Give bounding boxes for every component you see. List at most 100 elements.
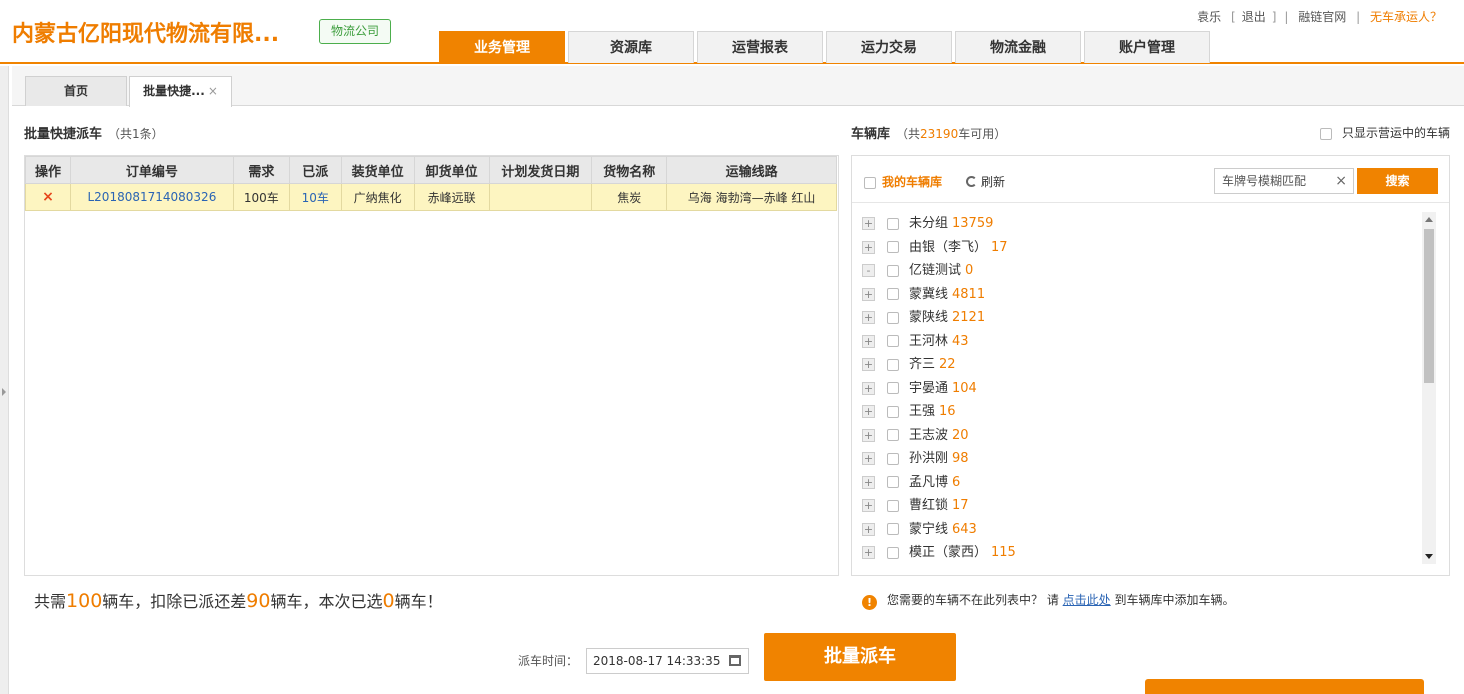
no-car-carrier-link[interactable]: 无车承运人？: [1370, 10, 1442, 24]
summary-text: 辆车！: [394, 592, 443, 611]
list-item[interactable]: + 王河林 43: [862, 330, 1422, 354]
dispatch-time-label: 派车时间：: [518, 654, 579, 668]
expand-icon[interactable]: +: [862, 475, 875, 489]
vertical-scrollbar[interactable]: [1422, 212, 1436, 564]
batch-dispatch-button[interactable]: 批量派车: [764, 633, 956, 681]
group-checkbox[interactable]: [887, 311, 899, 324]
expand-icon[interactable]: +: [862, 452, 875, 465]
calendar-icon[interactable]: [729, 655, 741, 666]
search-button[interactable]: 搜索: [1357, 168, 1438, 194]
scroll-down-icon[interactable]: [1425, 554, 1433, 559]
group-checkbox[interactable]: [887, 523, 899, 535]
scroll-up-icon[interactable]: [1425, 217, 1433, 222]
expand-icon[interactable]: +: [862, 217, 875, 230]
company-type-badge: 物流公司: [319, 19, 392, 44]
list-item[interactable]: + 宇晏通 104: [862, 377, 1422, 401]
nav-reports[interactable]: 运营报表: [697, 31, 823, 63]
tab-home[interactable]: 首页: [25, 76, 127, 106]
clear-icon[interactable]: ×: [1335, 169, 1347, 193]
group-checkbox[interactable]: [887, 241, 899, 253]
group-count: 17: [991, 239, 1008, 255]
logout-link[interactable]: 退出: [1242, 10, 1266, 24]
group-checkbox[interactable]: [887, 546, 899, 559]
list-item[interactable]: + 蒙宁线 643: [862, 518, 1422, 542]
expand-icon[interactable]: +: [862, 287, 875, 301]
expand-icon[interactable]: +: [862, 334, 875, 348]
sidebar-collapse-handle[interactable]: [0, 66, 9, 694]
summary-need: 100: [66, 590, 103, 612]
list-item[interactable]: + 未分组 13759: [862, 212, 1422, 236]
group-name: 王强: [909, 404, 936, 419]
notice-text: 您需要的车辆不在此列表中？ 请: [887, 593, 1063, 607]
list-item[interactable]: - 亿链测试 0: [862, 259, 1422, 283]
my-library-toggle[interactable]: 我的车辆库: [864, 173, 942, 190]
expand-icon[interactable]: +: [862, 311, 875, 324]
col-header: 订单编号: [69, 156, 234, 184]
nav-resources[interactable]: 资源库: [568, 31, 694, 63]
nav-finance[interactable]: 物流金融: [955, 31, 1081, 63]
group-checkbox[interactable]: [887, 452, 899, 465]
close-icon[interactable]: ×: [208, 84, 218, 98]
delete-row-icon[interactable]: ×: [25, 183, 71, 211]
main-nav: 业务管理 资源库 运营报表 运力交易 物流金融 账户管理: [439, 31, 1213, 64]
only-running-checkbox[interactable]: [1320, 127, 1333, 140]
expand-icon[interactable]: +: [862, 522, 875, 536]
expand-icon[interactable]: +: [862, 499, 875, 512]
nav-account[interactable]: 账户管理: [1084, 31, 1210, 63]
list-item[interactable]: + 王强 16: [862, 400, 1422, 424]
group-checkbox[interactable]: [887, 382, 899, 394]
group-checkbox[interactable]: [887, 288, 899, 300]
cell-unload-unit: 赤峰远联: [413, 183, 490, 211]
list-item[interactable]: + 由银（李飞） 17: [862, 236, 1422, 260]
group-name: 未分组: [909, 216, 949, 231]
refresh-button[interactable]: 刷新: [966, 173, 1005, 190]
group-checkbox[interactable]: [887, 476, 899, 488]
expand-icon[interactable]: +: [862, 240, 875, 254]
group-checkbox[interactable]: [887, 264, 899, 277]
list-item[interactable]: + 孟凡博 6: [862, 471, 1422, 495]
scrollbar-thumb[interactable]: [1424, 229, 1434, 383]
tab-batch-dispatch-label: 批量快捷...: [143, 84, 205, 98]
list-item[interactable]: + 王志波 20: [862, 424, 1422, 448]
list-item[interactable]: + 蒙陕线 2121: [862, 306, 1422, 330]
expand-icon[interactable]: +: [862, 405, 875, 418]
col-header: 装货单位: [340, 156, 415, 184]
group-checkbox[interactable]: [887, 335, 899, 347]
dispatch-time-input[interactable]: 2018-08-17 14:33:35: [586, 648, 749, 674]
group-checkbox[interactable]: [887, 405, 899, 418]
group-checkbox[interactable]: [887, 429, 899, 441]
only-running-toggle[interactable]: 只显示营运中的车辆: [1320, 124, 1450, 141]
orders-table: 操作 订单编号 需求 已派 装货单位 卸货单位 计划发货日期 货物名称 运输线路…: [25, 156, 837, 211]
my-library-checkbox[interactable]: [864, 176, 876, 189]
add-vehicle-link[interactable]: 点击此处: [1063, 593, 1111, 607]
cell-plan-date: [488, 183, 593, 211]
expand-icon[interactable]: +: [862, 546, 875, 559]
order-number-link[interactable]: L2018081714080326: [69, 183, 234, 211]
group-name: 孙洪刚: [909, 451, 949, 466]
site-link[interactable]: 融链官网: [1298, 10, 1346, 24]
nav-capacity-trade[interactable]: 运力交易: [826, 31, 952, 63]
expand-icon[interactable]: +: [862, 428, 875, 442]
tab-batch-dispatch[interactable]: 批量快捷... ×: [129, 76, 232, 107]
group-count: 16: [939, 404, 956, 419]
collapse-icon[interactable]: -: [862, 264, 875, 277]
expand-icon[interactable]: +: [862, 358, 875, 371]
cell-demand: 100车: [232, 183, 290, 211]
cell-route: 乌海 海勃湾—赤峰 红山: [666, 183, 837, 211]
list-item[interactable]: + 曹红锁 17: [862, 494, 1422, 518]
expand-icon[interactable]: +: [862, 381, 875, 395]
table-row[interactable]: × L2018081714080326 100车 10车 广纳焦化 赤峰远联 焦…: [25, 183, 837, 211]
nav-business[interactable]: 业务管理: [439, 31, 565, 64]
group-checkbox[interactable]: [887, 358, 899, 371]
only-running-label: 只显示营运中的车辆: [1341, 126, 1450, 140]
cell-dispatched[interactable]: 10车: [288, 183, 342, 211]
list-item[interactable]: + 蒙冀线 4811: [862, 283, 1422, 307]
group-checkbox[interactable]: [887, 217, 899, 230]
list-item[interactable]: + 齐三 22: [862, 353, 1422, 377]
plate-search-input[interactable]: 车牌号模糊匹配 ×: [1214, 168, 1354, 194]
list-item[interactable]: + 孙洪刚 98: [862, 447, 1422, 471]
list-item[interactable]: + 模正（蒙西） 115: [862, 541, 1422, 565]
add-vehicle-notice: ! 您需要的车辆不在此列表中？ 请 点击此处 到车辆库中添加车辆。: [862, 591, 1234, 610]
col-header: 需求: [232, 156, 290, 184]
group-checkbox[interactable]: [887, 499, 899, 512]
